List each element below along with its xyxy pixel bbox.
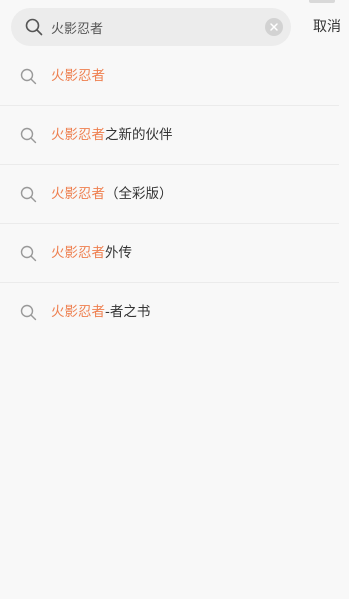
suggestion-rest: （全彩版） bbox=[105, 186, 173, 202]
suggestion-item[interactable]: 火影忍者-者之书 bbox=[0, 283, 339, 342]
search-icon bbox=[25, 18, 43, 36]
search-bar: 取消 bbox=[0, 8, 349, 48]
search-page: 取消 火影忍者 火影忍者之新的伙伴 bbox=[0, 0, 349, 599]
status-indicator bbox=[309, 0, 335, 3]
suggestion-text: 火影忍者 bbox=[51, 47, 105, 106]
suggestion-match: 火影忍者 bbox=[51, 186, 105, 202]
cancel-button[interactable]: 取消 bbox=[313, 8, 341, 46]
suggestion-list: 火影忍者 火影忍者之新的伙伴 火影忍者（全彩版） 火影忍者外传 火影忍者-者之书 bbox=[0, 47, 349, 342]
suggestion-rest: 外传 bbox=[105, 245, 132, 261]
suggestion-item[interactable]: 火影忍者（全彩版） bbox=[0, 165, 339, 224]
search-icon bbox=[20, 304, 37, 321]
suggestion-item[interactable]: 火影忍者之新的伙伴 bbox=[0, 106, 339, 165]
suggestion-text: 火影忍者-者之书 bbox=[51, 283, 150, 342]
suggestion-match: 火影忍者 bbox=[51, 304, 105, 320]
search-icon bbox=[20, 245, 37, 262]
suggestion-text: 火影忍者之新的伙伴 bbox=[51, 106, 173, 165]
suggestion-match: 火影忍者 bbox=[51, 245, 105, 261]
search-icon bbox=[20, 127, 37, 144]
suggestion-text: 火影忍者外传 bbox=[51, 224, 132, 283]
suggestion-rest: 之新的伙伴 bbox=[105, 127, 173, 143]
suggestion-text: 火影忍者（全彩版） bbox=[51, 165, 173, 224]
suggestion-match: 火影忍者 bbox=[51, 127, 105, 143]
search-box[interactable] bbox=[11, 8, 291, 46]
suggestion-rest: -者之书 bbox=[105, 304, 151, 320]
search-icon bbox=[20, 186, 37, 203]
suggestion-item[interactable]: 火影忍者外传 bbox=[0, 224, 339, 283]
search-input[interactable] bbox=[51, 8, 261, 46]
search-icon bbox=[20, 68, 37, 85]
suggestion-match: 火影忍者 bbox=[51, 68, 105, 84]
clear-icon[interactable] bbox=[265, 18, 283, 36]
suggestion-item[interactable]: 火影忍者 bbox=[0, 47, 339, 106]
